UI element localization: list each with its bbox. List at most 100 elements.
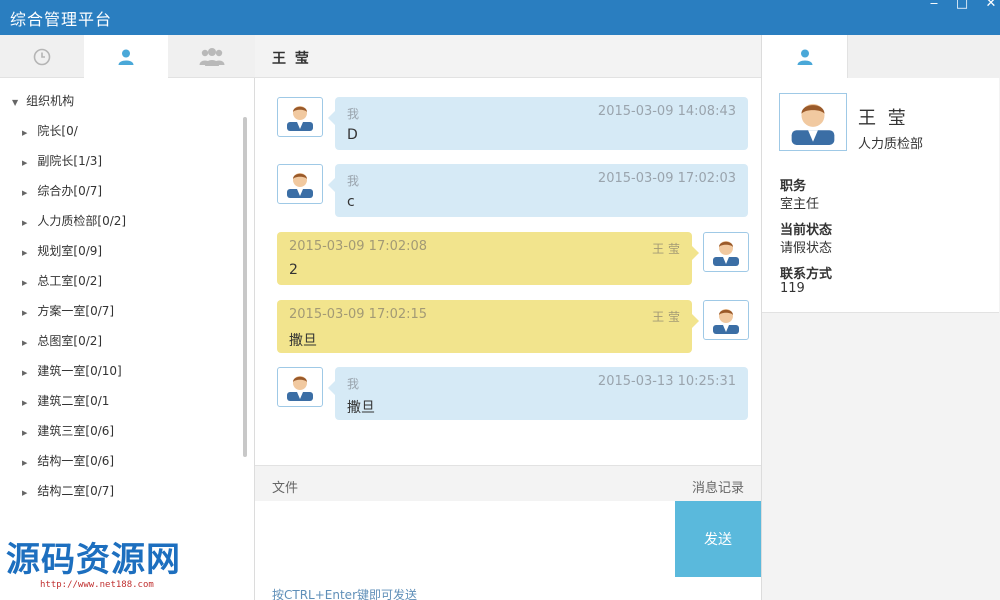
contact-avatar[interactable] xyxy=(703,232,749,272)
message-text: D xyxy=(347,127,358,143)
tree-item-label: 建筑三室[0/6] xyxy=(37,424,115,438)
message-sender: 我 xyxy=(347,107,360,121)
profile-card: 王 莹 人力质检部 职务 室主任 当前状态 请假状态 联系方式 119 xyxy=(762,78,999,313)
maximize-button[interactable]: □ xyxy=(951,0,973,14)
tree-item[interactable]: ▶ 综合办[0/7] xyxy=(22,182,102,199)
tree-root-label: 组织机构 xyxy=(26,94,75,108)
tree-item-label: 建筑二室[0/1 xyxy=(37,394,110,408)
message-bubble: 我 2015-03-09 17:02:03 c xyxy=(328,164,748,217)
tree-item[interactable]: ▶ 结构二室[0/7] xyxy=(22,482,114,499)
field-label-status: 当前状态 xyxy=(780,223,833,238)
message-bubble: 2015-03-09 17:02:08 王 莹 2 xyxy=(277,232,699,285)
profile-tabs xyxy=(762,35,1000,79)
watermark-url: http://www.net188.com xyxy=(40,580,154,590)
tree-item[interactable]: ▶ 建筑二室[0/1 xyxy=(22,392,109,409)
message-bubble: 我 2015-03-09 14:08:43 D xyxy=(328,97,748,150)
tree-item-label: 人力质检部[0/2] xyxy=(37,214,127,228)
message-time: 2015-03-09 17:02:08 xyxy=(289,239,428,254)
tree-scrollbar[interactable] xyxy=(243,117,247,457)
tab-recent[interactable] xyxy=(0,35,84,78)
caret-right-icon: ▶ xyxy=(22,219,28,227)
group-icon xyxy=(199,47,224,66)
org-tree: ▼ 组织机构 ▶ 院长[0/ ▶ 副院长[1/3] ▶ 综合办[0/7] ▶ 人力质检部[… xyxy=(0,78,244,548)
tree-root[interactable]: ▼ 组织机构 xyxy=(12,92,74,109)
tree-item-label: 规划室[0/9] xyxy=(37,244,103,258)
tree-item[interactable]: ▶ 方案一室[0/7] xyxy=(22,302,114,319)
profile-name: 王 莹 xyxy=(858,108,909,129)
profile-department: 人力质检部 xyxy=(858,137,924,152)
avatar-icon xyxy=(713,309,739,334)
tab-profile[interactable] xyxy=(762,35,848,79)
watermark-text: 源码资源网 xyxy=(6,540,181,580)
message-time: 2015-03-13 10:25:31 xyxy=(597,374,736,389)
field-label-contact: 联系方式 xyxy=(780,267,833,282)
chat-panel: 王 莹 我 2015-03-09 14:08:43 D 我 2015-03-09… xyxy=(255,35,761,600)
watermark: 源码资源网 http://www.net188.com xyxy=(0,528,215,598)
window-title: 综合管理平台 xyxy=(10,10,113,29)
caret-right-icon: ▶ xyxy=(22,189,28,197)
tree-item[interactable]: ▶ 人力质检部[0/2] xyxy=(22,212,126,229)
send-button[interactable]: 发送 xyxy=(675,501,761,577)
avatar-icon xyxy=(287,106,313,131)
field-value-contact: 119 xyxy=(780,281,805,296)
clock-icon xyxy=(33,48,51,65)
profile-panel: 王 莹 人力质检部 职务 室主任 当前状态 请假状态 联系方式 119 xyxy=(761,35,1000,600)
tree-item[interactable]: ▶ 结构一室[0/6] xyxy=(22,452,114,469)
message-sender: 王 莹 xyxy=(652,310,680,324)
field-label-title: 职务 xyxy=(780,179,807,194)
tree-item-label: 总工室[0/2] xyxy=(37,274,103,288)
caret-right-icon: ▶ xyxy=(22,339,28,347)
caret-right-icon: ▶ xyxy=(22,279,28,287)
caret-right-icon: ▶ xyxy=(22,429,28,437)
my-avatar[interactable] xyxy=(277,164,323,204)
contacts-tabs xyxy=(0,35,255,79)
tab-contacts[interactable] xyxy=(84,35,168,79)
user-icon xyxy=(797,49,812,65)
tree-item[interactable]: ▶ 建筑一室[0/10] xyxy=(22,362,122,379)
chat-contact-name: 王 莹 xyxy=(272,51,311,67)
message-sender: 王 莹 xyxy=(652,242,680,256)
tree-item[interactable]: ▶ 副院长[1/3] xyxy=(22,152,102,169)
tab-groups[interactable] xyxy=(168,35,255,78)
tree-item[interactable]: ▶ 总工室[0/2] xyxy=(22,272,102,289)
message-history-link[interactable]: 消息记录 xyxy=(692,477,744,496)
caret-right-icon: ▶ xyxy=(22,459,28,467)
file-button[interactable]: 文件 xyxy=(272,477,298,496)
caret-right-icon: ▶ xyxy=(22,159,28,167)
minimize-button[interactable]: ‒ xyxy=(923,0,945,14)
message-text: c xyxy=(347,194,355,210)
message-text: 2 xyxy=(289,262,298,278)
caret-right-icon: ▶ xyxy=(22,249,28,257)
tree-item-label: 副院长[1/3] xyxy=(37,154,103,168)
tree-item-label: 方案一室[0/7] xyxy=(37,304,115,318)
close-button[interactable]: ✕ xyxy=(980,0,1000,14)
message-time: 2015-03-09 14:08:43 xyxy=(597,104,736,119)
contact-avatar[interactable] xyxy=(703,300,749,340)
message-input[interactable] xyxy=(255,501,675,577)
title-bar: 综合管理平台 ‒ □ ✕ xyxy=(0,0,1000,35)
message-time: 2015-03-09 17:02:03 xyxy=(597,171,736,186)
tree-item[interactable]: ▶ 总图室[0/2] xyxy=(22,332,102,349)
tree-item[interactable]: ▶ 规划室[0/9] xyxy=(22,242,102,259)
my-avatar[interactable] xyxy=(277,97,323,137)
avatar-icon xyxy=(791,103,835,145)
input-toolbar: 文件 消息记录 xyxy=(255,465,761,501)
tree-item-label: 院长[0/ xyxy=(37,124,78,138)
tree-item[interactable]: ▶ 院长[0/ xyxy=(22,122,78,139)
message-sender: 我 xyxy=(347,377,360,391)
tree-item-label: 建筑一室[0/10] xyxy=(37,364,122,378)
field-value-status: 请假状态 xyxy=(780,241,833,256)
tree-item[interactable]: ▶ 建筑三室[0/6] xyxy=(22,422,114,439)
message-text: 撒旦 xyxy=(347,400,375,416)
caret-right-icon: ▶ xyxy=(22,489,28,497)
profile-avatar[interactable] xyxy=(779,93,847,151)
chat-header: 王 莹 xyxy=(255,35,761,78)
contacts-panel: ▼ 组织机构 ▶ 院长[0/ ▶ 副院长[1/3] ▶ 综合办[0/7] ▶ 人力质检部[… xyxy=(0,35,255,600)
message-bubble: 我 2015-03-13 10:25:31 撒旦 xyxy=(328,367,748,420)
field-value-title: 室主任 xyxy=(780,197,820,212)
my-avatar[interactable] xyxy=(277,367,323,407)
avatar-icon xyxy=(287,173,313,198)
caret-right-icon: ▶ xyxy=(22,309,28,317)
message-bubble: 2015-03-09 17:02:15 王 莹 撒旦 xyxy=(277,300,699,353)
tree-item-label: 结构二室[0/7] xyxy=(37,484,115,498)
